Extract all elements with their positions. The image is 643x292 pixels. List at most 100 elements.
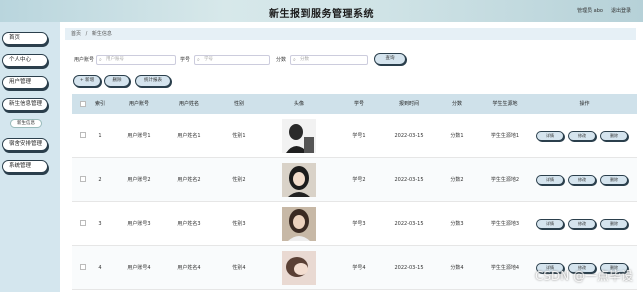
score-search-input[interactable]: ⌕ 分数 xyxy=(290,55,368,65)
sidebar-item-users[interactable]: 用户管理 xyxy=(2,76,48,89)
edit-button[interactable]: 修改 xyxy=(568,131,596,141)
watermark-text: CSDN @一点毕设 xyxy=(534,269,633,283)
sidebar-subitem-student-info[interactable]: 新生信息 xyxy=(10,119,42,128)
row-checkbox[interactable] xyxy=(80,176,86,182)
col-account[interactable]: 用户账号 xyxy=(114,94,164,114)
cell-checkin-date: 2022-03-15 xyxy=(394,265,424,271)
cell-gender: 性别3 xyxy=(232,221,246,227)
cell-score: 分数3 xyxy=(450,221,464,227)
detail-button[interactable]: 详情 xyxy=(536,219,564,229)
cell-index: 2 xyxy=(98,177,102,183)
avatar-photo[interactable] xyxy=(282,251,316,285)
table-row: 1 用户账号1 用户姓名1 性别1 学号1 2022-03-15 分数1 学生生… xyxy=(72,114,637,158)
search-bar: 用户账号 ⌕ 用户账号 学号 ⌕ 学号 分数 ⌕ 分数 xyxy=(60,55,643,65)
cell-name: 用户姓名2 xyxy=(177,177,201,183)
user-area: 管理员 abo 退出登录 xyxy=(577,7,631,14)
sidebar-item-dorm[interactable]: 宿舍安排管理 xyxy=(2,138,48,151)
edit-button[interactable]: 修改 xyxy=(568,175,596,185)
account-placeholder: 用户账号 xyxy=(106,57,124,62)
cell-gender: 性别4 xyxy=(232,265,246,271)
query-button[interactable]: 查询 xyxy=(374,53,406,65)
cell-checkin-date: 2022-03-15 xyxy=(394,133,424,139)
add-button[interactable]: + 新增 xyxy=(73,75,101,87)
cell-checkin-date: 2022-03-15 xyxy=(394,177,424,183)
table-row: 2 用户账号2 用户姓名2 性别2 学号2 2022-03-15 分数2 学生生… xyxy=(72,158,637,202)
batch-delete-button[interactable]: 删除 xyxy=(104,75,130,87)
cell-origin: 学生生源地1 xyxy=(490,133,520,139)
sidebar-item-student-info[interactable]: 新生信息管理 xyxy=(2,98,48,111)
cell-index: 4 xyxy=(98,265,102,271)
cell-account: 用户账号2 xyxy=(127,177,151,183)
account-label: 用户账号 xyxy=(74,57,95,63)
search-icon: ⌕ xyxy=(293,57,296,63)
detail-button[interactable]: 详情 xyxy=(536,175,564,185)
sidebar-item-profile[interactable]: 个人中心 xyxy=(2,54,48,67)
breadcrumb: 首页 / 新生信息 xyxy=(65,28,636,40)
row-checkbox[interactable] xyxy=(80,220,86,226)
col-score[interactable]: 分数 xyxy=(434,94,480,114)
delete-button[interactable]: 删除 xyxy=(600,219,628,229)
stats-report-button[interactable]: 统计报表 xyxy=(135,75,171,87)
account-search-input[interactable]: ⌕ 用户账号 xyxy=(96,55,176,65)
cell-origin: 学生生源地4 xyxy=(490,265,520,271)
sidebar-item-home[interactable]: 首页 xyxy=(2,32,48,45)
detail-button[interactable]: 详情 xyxy=(536,131,564,141)
student-id-placeholder: 学号 xyxy=(204,57,213,62)
cell-name: 用户姓名3 xyxy=(177,221,201,227)
cell-index: 1 xyxy=(98,133,102,139)
col-index: 索引 xyxy=(94,101,105,107)
sidebar: 首页 个人中心 用户管理 新生信息管理 新生信息 宿舍安排管理 系统管理 xyxy=(0,22,60,292)
col-name[interactable]: 用户姓名 xyxy=(164,94,214,114)
cell-gender: 性别1 xyxy=(232,133,246,139)
search-icon: ⌕ xyxy=(99,57,102,63)
col-checkin-date[interactable]: 报到时间 xyxy=(384,94,434,114)
student-id-label: 学号 xyxy=(180,57,191,63)
breadcrumb-current: 新生信息 xyxy=(91,31,112,37)
delete-button[interactable]: 删除 xyxy=(600,175,628,185)
avatar-photo[interactable] xyxy=(282,119,316,153)
cell-index: 3 xyxy=(98,221,102,227)
col-student-id[interactable]: 学号 xyxy=(334,94,384,114)
cell-score: 分数2 xyxy=(450,177,464,183)
breadcrumb-separator: / xyxy=(85,31,88,37)
cell-gender: 性别2 xyxy=(232,177,246,183)
cell-origin: 学生生源地2 xyxy=(490,177,520,183)
cell-score: 分数1 xyxy=(450,133,464,139)
cell-student-id: 学号1 xyxy=(352,133,366,139)
cell-student-id: 学号3 xyxy=(352,221,366,227)
col-gender[interactable]: 性别 xyxy=(214,94,264,114)
score-label: 分数 xyxy=(276,57,287,63)
app-title: 新生报到服务管理系统 xyxy=(269,9,374,20)
sidebar-item-system[interactable]: 系统管理 xyxy=(2,160,48,173)
current-user: 管理员 abo xyxy=(577,8,603,14)
avatar-photo[interactable] xyxy=(282,163,316,197)
breadcrumb-home[interactable]: 首页 xyxy=(71,31,81,37)
row-checkbox[interactable] xyxy=(80,132,86,138)
search-icon: ⌕ xyxy=(197,57,200,63)
cell-name: 用户姓名1 xyxy=(177,133,201,139)
avatar-photo[interactable] xyxy=(282,207,316,241)
cell-score: 分数4 xyxy=(450,265,464,271)
col-actions: 操作 xyxy=(579,101,590,107)
logout-link[interactable]: 退出登录 xyxy=(611,7,631,14)
cell-account: 用户账号3 xyxy=(127,221,151,227)
main-content: 首页 / 新生信息 用户账号 ⌕ 用户账号 学号 ⌕ 学号 分数 ⌕ 分数 查询… xyxy=(60,22,643,292)
top-header: 新生报到服务管理系统 管理员 abo 退出登录 xyxy=(0,0,643,22)
cell-student-id: 学号4 xyxy=(352,265,366,271)
col-origin[interactable]: 学生生源地 xyxy=(480,94,530,114)
table-row: 3 用户账号3 用户姓名3 性别3 学号3 2022-03-15 分数3 学生生… xyxy=(72,202,637,246)
score-placeholder: 分数 xyxy=(300,57,309,62)
select-all-checkbox[interactable] xyxy=(80,101,86,107)
cell-name: 用户姓名4 xyxy=(177,265,201,271)
cell-account: 用户账号4 xyxy=(127,265,151,271)
col-avatar[interactable]: 头像 xyxy=(264,94,334,114)
edit-button[interactable]: 修改 xyxy=(568,219,596,229)
cell-account: 用户账号1 xyxy=(127,133,151,139)
row-checkbox[interactable] xyxy=(80,264,86,270)
cell-origin: 学生生源地3 xyxy=(490,221,520,227)
cell-student-id: 学号2 xyxy=(352,177,366,183)
cell-checkin-date: 2022-03-15 xyxy=(394,221,424,227)
table-header: 索引 用户账号 用户姓名 性别 头像 学号 报到时间 分数 学生生源地 操作 xyxy=(72,94,637,114)
delete-button[interactable]: 删除 xyxy=(600,131,628,141)
student-id-search-input[interactable]: ⌕ 学号 xyxy=(194,55,270,65)
